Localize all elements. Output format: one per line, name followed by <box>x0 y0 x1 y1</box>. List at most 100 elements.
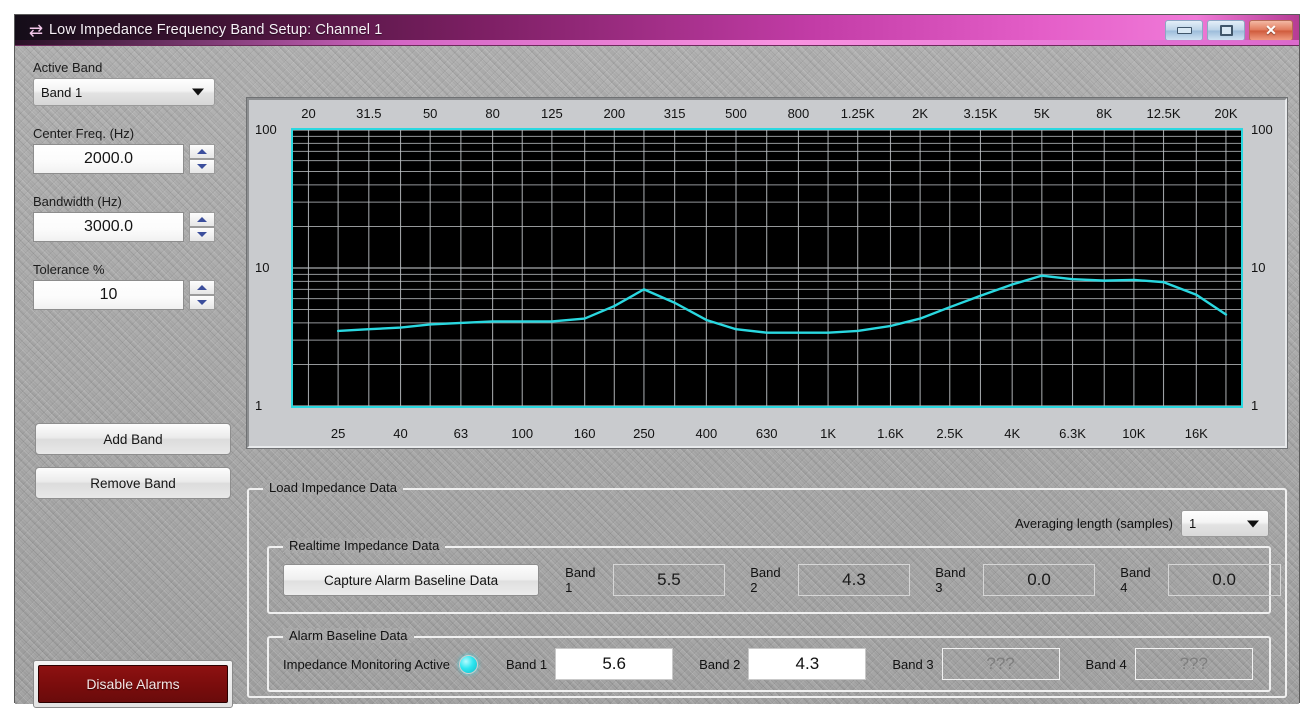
alarm-baseline-group: Alarm Baseline Data Impedance Monitoring… <box>267 628 1271 692</box>
caret-down-icon <box>197 164 207 169</box>
x-tick-bottom-6: 400 <box>695 426 718 441</box>
close-button[interactable]: ✕ <box>1249 19 1293 41</box>
center-freq-spinner <box>189 144 215 174</box>
realtime-band-4-label: Band 4 <box>1120 565 1151 595</box>
tolerance-spinner <box>189 280 215 310</box>
bandwidth-input[interactable]: 3000.0 <box>33 212 184 242</box>
realtime-band-4-value: 0.0 <box>1167 564 1281 596</box>
x-tick-top-6: 315 <box>663 106 686 121</box>
x-tick-top-11: 3.15K <box>963 106 998 121</box>
bandwidth-spinner <box>189 212 215 242</box>
baseline-band-2-value[interactable]: 4.3 <box>748 648 867 680</box>
realtime-band-1-value: 5.5 <box>612 564 726 596</box>
baseline-band-1-label: Band 1 <box>505 656 548 672</box>
x-tick-bottom-10: 2.5K <box>936 426 964 441</box>
x-tick-bottom-13: 10K <box>1122 426 1146 441</box>
window-controls: ✕ <box>1165 19 1299 41</box>
caret-up-icon <box>197 149 207 154</box>
averaging-length-select[interactable]: 1 <box>1181 510 1269 537</box>
x-tick-top-5: 200 <box>603 106 626 121</box>
add-band-button[interactable]: Add Band <box>35 423 231 455</box>
remove-band-button[interactable]: Remove Band <box>35 467 231 499</box>
maximize-button[interactable] <box>1207 19 1245 41</box>
disable-alarms-frame: Disable Alarms <box>33 660 233 708</box>
x-tick-top-13: 8K <box>1096 106 1113 121</box>
realtime-impedance-title: Realtime Impedance Data <box>283 538 445 553</box>
capture-baseline-button[interactable]: Capture Alarm Baseline Data <box>283 564 540 596</box>
center-freq-stepper: 2000.0 <box>33 144 215 174</box>
title-bar: ⇄ Low Impedance Frequency Band Setup: Ch… <box>15 15 1299 46</box>
load-impedance-group: Load Impedance Data Averaging length (sa… <box>247 480 1287 698</box>
tolerance-decrement[interactable] <box>189 295 215 310</box>
baseline-band-4-label: Band 4 <box>1085 656 1127 672</box>
x-tick-bottom-4: 160 <box>573 426 596 441</box>
x-tick-top-14: 12.5K <box>1146 106 1181 121</box>
window-body: Active Band Band 1 Center Freq. (Hz) 200… <box>15 46 1299 708</box>
tolerance-increment[interactable] <box>189 280 215 295</box>
x-tick-bottom-12: 6.3K <box>1059 426 1086 441</box>
caret-up-icon <box>197 285 207 290</box>
center-freq-label: Center Freq. (Hz) <box>33 126 135 141</box>
x-tick-top-0: 20 <box>301 106 316 121</box>
minimize-button[interactable] <box>1165 19 1203 41</box>
realtime-band-2-value: 4.3 <box>797 564 911 596</box>
caret-down-icon <box>197 300 207 305</box>
y-tick-left-2: 1 <box>255 398 263 413</box>
tolerance-label: Tolerance % <box>33 262 105 277</box>
disable-alarms-button[interactable]: Disable Alarms <box>38 665 228 703</box>
x-tick-top-9: 1.25K <box>840 106 875 121</box>
averaging-length-row: Averaging length (samples) 1 <box>1015 510 1269 537</box>
x-tick-bottom-7: 630 <box>755 426 778 441</box>
bandwidth-decrement[interactable] <box>189 227 215 242</box>
x-tick-bottom-11: 4K <box>1004 426 1021 441</box>
minimize-icon <box>1176 26 1192 34</box>
x-tick-top-10: 2K <box>912 106 929 121</box>
realtime-band-3-value: 0.0 <box>982 564 1096 596</box>
bandwidth-label: Bandwidth (Hz) <box>33 194 122 209</box>
x-tick-top-2: 50 <box>422 106 438 121</box>
active-band-label: Active Band <box>33 60 103 75</box>
realtime-band-3-label: Band 3 <box>935 565 966 595</box>
active-band-select[interactable]: Band 1 <box>33 78 215 106</box>
baseline-band-1-value[interactable]: 5.6 <box>555 648 674 680</box>
x-tick-bottom-14: 16K <box>1184 426 1208 441</box>
impedance-chart-panel: 20 31.5 50 80 125 200 315 500 800 1.25K 2K 3.15K 5K 8… <box>246 97 1288 449</box>
impedance-curve <box>336 274 1228 334</box>
y-tick-left-0: 100 <box>255 122 277 137</box>
baseline-band-4-value: ??? <box>1134 648 1253 680</box>
baseline-values-row: Impedance Monitoring Active Band 1 5.6 B… <box>283 648 1253 680</box>
x-tick-bottom-5: 250 <box>633 426 655 441</box>
y-tick-right-2: 1 <box>1251 398 1259 413</box>
y-tick-right-1: 10 <box>1251 260 1266 275</box>
chevron-down-icon <box>192 88 204 96</box>
center-freq-increment[interactable] <box>189 144 215 159</box>
x-tick-bottom-8: 1K <box>820 426 837 441</box>
transfer-arrows-icon: ⇄ <box>28 20 44 40</box>
realtime-impedance-group: Realtime Impedance Data Capture Alarm Ba… <box>267 538 1281 614</box>
impedance-setup-window: ⇄ Low Impedance Frequency Band Setup: Ch… <box>14 14 1300 708</box>
monitoring-active-label: Impedance Monitoring Active <box>283 656 450 672</box>
x-tick-top-15: 20K <box>1214 106 1238 121</box>
window-title: Low Impedance Frequency Band Setup: Chan… <box>49 22 383 38</box>
realtime-band-2-label: Band 2 <box>750 565 781 595</box>
x-tick-top-12: 5K <box>1033 106 1050 121</box>
alarm-baseline-title: Alarm Baseline Data <box>283 628 414 643</box>
averaging-length-value: 1 <box>1189 516 1197 531</box>
x-tick-top-8: 800 <box>787 106 810 121</box>
band-parameters-panel: Active Band Band 1 Center Freq. (Hz) 200… <box>33 60 233 310</box>
center-freq-input[interactable]: 2000.0 <box>33 144 184 174</box>
bandwidth-increment[interactable] <box>189 212 215 227</box>
center-freq-decrement[interactable] <box>189 159 215 174</box>
maximize-icon <box>1219 24 1233 36</box>
close-icon: ✕ <box>1265 22 1277 38</box>
realtime-band-1-label: Band 1 <box>565 565 596 595</box>
tolerance-input[interactable]: 10 <box>33 280 184 310</box>
impedance-plot[interactable] <box>291 128 1243 408</box>
x-tick-bottom-3: 100 <box>511 426 534 441</box>
realtime-values-row: Capture Alarm Baseline Data Band 1 5.5 B… <box>283 564 1281 596</box>
chevron-down-icon <box>1247 520 1259 527</box>
load-impedance-title: Load Impedance Data <box>263 480 403 495</box>
x-tick-bottom-1: 40 <box>393 426 408 441</box>
